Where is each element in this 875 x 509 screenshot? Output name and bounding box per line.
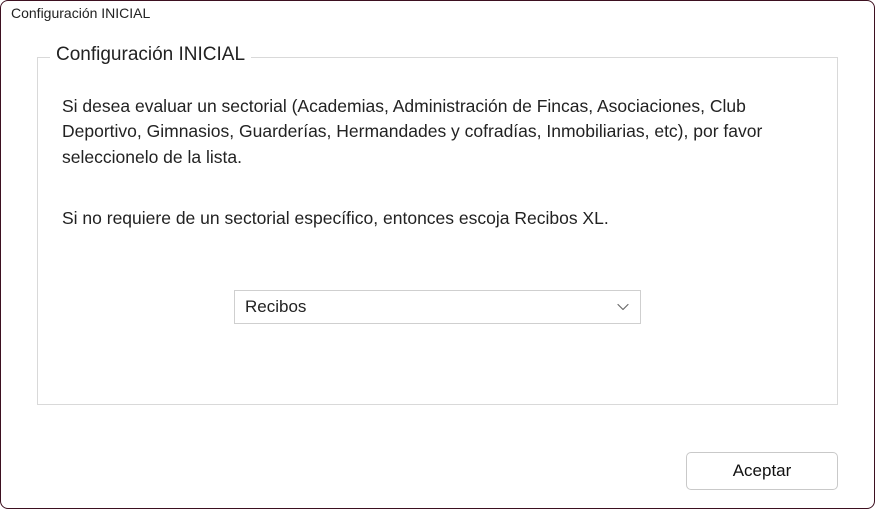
content-area: Configuración INICIAL Si desea evaluar u… — [1, 57, 874, 405]
dialog-window: Configuración INICIAL Configuración INIC… — [0, 0, 875, 509]
accept-button[interactable]: Aceptar — [686, 452, 838, 490]
window-title: Configuración INICIAL — [1, 1, 874, 27]
chevron-down-icon — [616, 300, 630, 314]
fieldset-legend: Configuración INICIAL — [50, 44, 251, 66]
select-value: Recibos — [245, 297, 306, 317]
info-paragraph-1: Si desea evaluar un sectorial (Academias… — [52, 94, 823, 170]
select-row: Recibos — [52, 290, 823, 324]
sectorial-select[interactable]: Recibos — [234, 290, 641, 324]
dialog-footer: Aceptar — [686, 452, 838, 490]
info-paragraph-2: Si no requiere de un sectorial específic… — [52, 206, 823, 231]
config-fieldset: Configuración INICIAL Si desea evaluar u… — [37, 57, 838, 405]
